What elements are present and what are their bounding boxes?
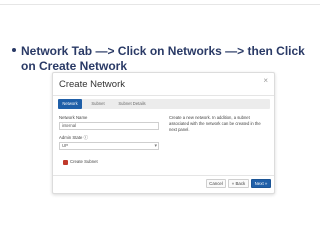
modal-header-divider: [53, 95, 274, 96]
admin-state-value: UP: [62, 143, 68, 148]
create-subnet-label: Create Subnet: [70, 159, 98, 164]
tab-subnet-details[interactable]: Subnet Details: [114, 99, 150, 109]
cancel-button[interactable]: Cancel: [206, 179, 226, 188]
network-name-input[interactable]: internal: [59, 122, 159, 130]
bullet-line-1: Network Tab —> Click on Networks —> then…: [21, 44, 305, 58]
tab-network[interactable]: Network: [58, 99, 82, 109]
admin-state-select[interactable]: UP ▾: [59, 142, 159, 150]
slide-top-rule: [0, 4, 320, 5]
create-network-modal: Create Network × Network Subnet Subnet D…: [52, 72, 275, 194]
modal-footer-divider: [53, 175, 274, 176]
help-text: Create a new network. In addition, a sub…: [169, 115, 261, 132]
close-icon[interactable]: ×: [263, 76, 268, 85]
next-button[interactable]: Next »: [251, 179, 271, 188]
create-subnet-checkbox[interactable]: [63, 160, 68, 165]
tab-subnet[interactable]: Subnet: [86, 99, 110, 109]
select-arrow-icon: ▾: [154, 143, 157, 149]
modal-title: Create Network: [59, 79, 125, 90]
slide-bullet-text: Network Tab —> Click on Networks —> then…: [12, 44, 312, 74]
network-name-label: Network Name: [59, 115, 88, 120]
admin-state-label: Admin State ⓘ: [59, 135, 88, 140]
bullet-dot-icon: [12, 47, 16, 52]
wizard-tabs: Network Subnet Subnet Details: [58, 99, 270, 109]
back-button[interactable]: « Back: [228, 179, 249, 188]
